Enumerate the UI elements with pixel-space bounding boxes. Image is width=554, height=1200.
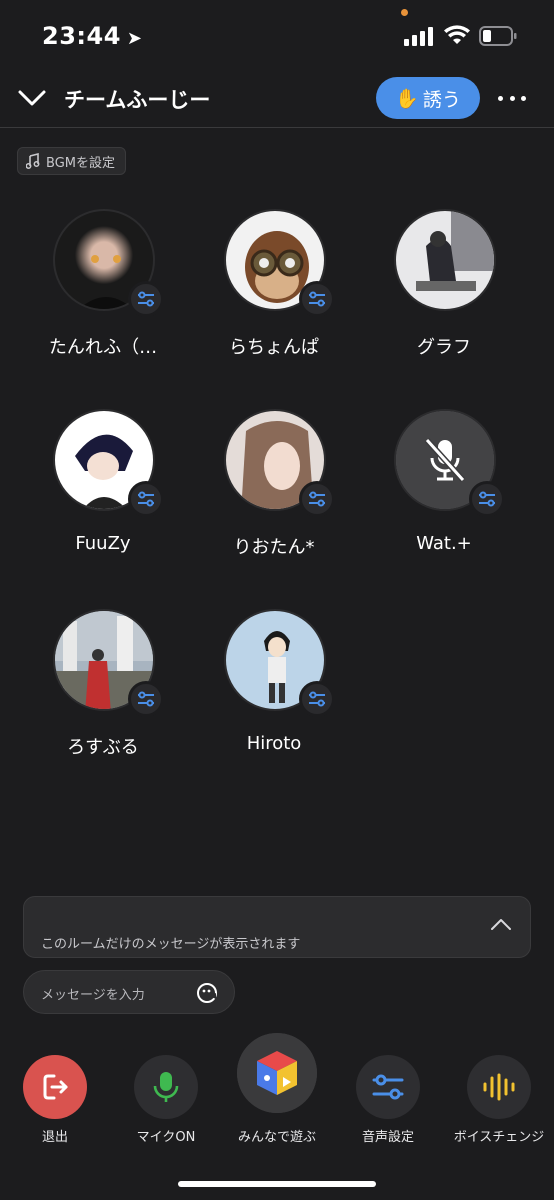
raised-hand-icon: ✋ — [395, 87, 419, 110]
room-message-panel[interactable]: このルームだけのメッセージが表示されます — [23, 896, 531, 958]
sliders-icon — [309, 491, 325, 507]
participant-name: Hiroto — [246, 733, 302, 754]
play-together-circle[interactable] — [237, 1033, 317, 1113]
chevron-down-icon[interactable] — [16, 82, 48, 114]
home-indicator — [178, 1181, 376, 1187]
voice-change-label: ボイスチェンジ — [453, 1130, 545, 1145]
room-title: チームふーじー — [64, 88, 211, 112]
message-input-placeholder: メッセージを入力 — [41, 988, 145, 1003]
music-note-icon — [26, 153, 40, 169]
sliders-icon — [372, 1074, 404, 1100]
participant-tile[interactable]: グラフ — [354, 209, 534, 379]
participant-name: たんれふ（… — [48, 337, 158, 358]
exit-icon — [43, 1074, 68, 1100]
participant-tile[interactable]: ろすぶる — [13, 609, 193, 779]
play-together-label: みんなで遊ぶ — [237, 1130, 316, 1145]
participant-name: Wat.+ — [416, 533, 472, 554]
voice-change-button[interactable]: ボイスチェンジ — [444, 1033, 554, 1145]
audio-settings-badge[interactable] — [128, 281, 164, 317]
battery-icon — [479, 26, 517, 46]
audio-settings-button[interactable]: 音声設定 — [333, 1033, 443, 1145]
chevron-up-icon[interactable] — [490, 917, 512, 931]
participant-tile[interactable]: たんれふ（… — [13, 209, 193, 379]
audio-settings-badge[interactable] — [299, 281, 335, 317]
participant-tile[interactable]: Wat.+ — [354, 409, 534, 579]
participant-tile[interactable]: FuuZy — [13, 409, 193, 579]
more-options-button[interactable] — [496, 84, 528, 112]
audio-settings-circle[interactable] — [356, 1055, 420, 1119]
audio-settings-badge[interactable] — [128, 681, 164, 717]
audio-settings-badge[interactable] — [128, 481, 164, 517]
avatar[interactable] — [394, 209, 496, 311]
privacy-indicator-dot — [401, 9, 408, 16]
participant-name: ろすぶる — [67, 737, 139, 758]
sliders-icon — [309, 291, 325, 307]
participant-tile[interactable]: りおたん* — [184, 409, 364, 579]
voice-change-circle[interactable] — [467, 1055, 531, 1119]
message-input[interactable]: メッセージを入力 — [23, 970, 235, 1014]
audio-settings-badge[interactable] — [469, 481, 505, 517]
audio-settings-badge[interactable] — [299, 481, 335, 517]
reaction-icon[interactable] — [196, 982, 218, 1004]
microphone-icon — [153, 1072, 179, 1102]
audio-settings-label: 音声設定 — [361, 1130, 414, 1145]
status-bar: 23:44 ➤ — [0, 0, 554, 70]
games-cube-icon — [237, 1033, 317, 1113]
invite-button[interactable]: ✋ 誘う — [376, 77, 480, 119]
location-arrow-icon: ➤ — [126, 28, 143, 49]
play-together-button[interactable]: みんなで遊ぶ — [222, 1033, 332, 1145]
participant-name: グラフ — [417, 337, 471, 358]
audio-settings-badge[interactable] — [299, 681, 335, 717]
bgm-label: BGMを設定 — [46, 155, 115, 171]
participant-name: らちょんぱ — [229, 337, 319, 358]
exit-button[interactable]: 退出 — [0, 1033, 110, 1145]
sliders-icon — [479, 491, 495, 507]
bgm-settings-button[interactable]: BGMを設定 — [17, 147, 126, 175]
exit-button-circle[interactable] — [23, 1055, 87, 1119]
microphone-off-icon — [424, 437, 466, 483]
status-time: 23:44 ➤ — [42, 22, 143, 50]
cellular-signal-icon — [404, 27, 433, 46]
mic-label: マイクON — [136, 1130, 196, 1145]
mic-toggle-button[interactable]: マイクON — [111, 1033, 221, 1145]
participant-tile[interactable]: らちょんぱ — [184, 209, 364, 379]
sliders-icon — [138, 491, 154, 507]
mic-toggle-circle[interactable] — [134, 1055, 198, 1119]
waveform-icon — [483, 1073, 515, 1101]
sliders-icon — [138, 691, 154, 707]
participant-tile[interactable]: Hiroto — [184, 609, 364, 779]
sliders-icon — [138, 291, 154, 307]
participant-name: りおたん* — [233, 537, 315, 558]
exit-label: 退出 — [41, 1130, 68, 1145]
sliders-icon — [309, 691, 325, 707]
participant-name: FuuZy — [75, 533, 131, 554]
room-message-notice: このルームだけのメッセージが表示されます — [41, 937, 301, 952]
room-header: チームふーじー ✋ 誘う — [0, 72, 554, 128]
wifi-icon — [444, 25, 470, 44]
invite-label: 誘う — [422, 88, 461, 111]
